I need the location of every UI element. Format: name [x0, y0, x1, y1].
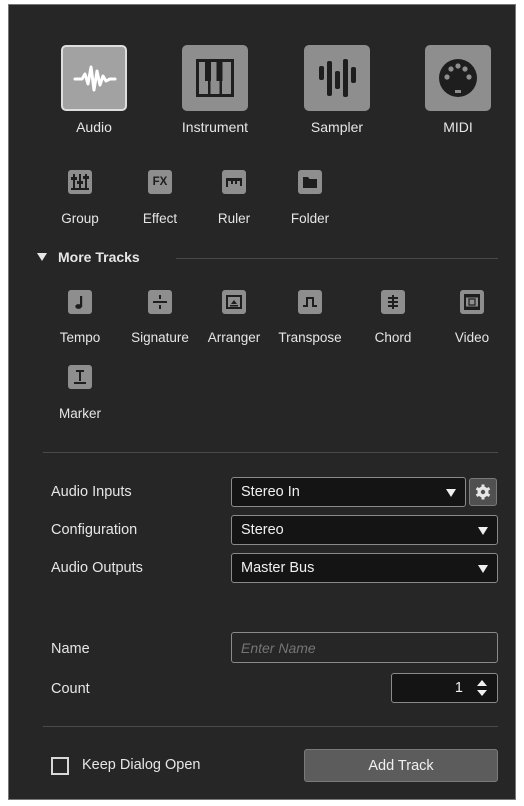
sampler-bars-icon — [319, 59, 356, 97]
arranger-track-button[interactable] — [222, 290, 246, 314]
marker-track-button[interactable] — [68, 365, 92, 389]
signature-divide-icon — [153, 295, 167, 309]
add-track-dialog: Audio Instrument Sampler MIDI Group FX E… — [8, 4, 516, 800]
triangle-down-icon — [37, 253, 47, 261]
audio-inputs-value: Stereo In — [241, 484, 300, 500]
group-track-button[interactable] — [68, 170, 92, 194]
routing-settings-button[interactable] — [469, 478, 497, 506]
chevron-down-icon — [446, 489, 456, 497]
audio-inputs-label: Audio Inputs — [51, 484, 132, 500]
audio-inputs-select[interactable]: Stereo In — [231, 477, 466, 507]
name-label: Name — [51, 641, 90, 657]
add-track-button-label: Add Track — [368, 758, 434, 774]
audio-track-button[interactable] — [61, 45, 127, 111]
fx-icon: FX — [152, 176, 168, 188]
video-track-button[interactable] — [460, 290, 484, 314]
more-tracks-header: More Tracks — [58, 249, 140, 265]
transpose-icon — [303, 297, 317, 307]
sampler-track-label: Sampler — [310, 119, 364, 135]
name-input[interactable] — [231, 632, 498, 663]
audio-outputs-select[interactable]: Master Bus — [231, 553, 498, 583]
audio-track-label: Audio — [76, 119, 112, 135]
chord-track-button[interactable] — [381, 290, 405, 314]
ruler-track-button[interactable] — [222, 170, 246, 194]
chevron-down-icon — [478, 527, 488, 535]
sampler-track-button[interactable] — [304, 45, 370, 111]
more-tracks-divider — [176, 258, 498, 259]
marker-track-label: Marker — [58, 406, 101, 421]
gear-icon — [475, 484, 491, 500]
count-value: 1 — [454, 680, 463, 696]
configuration-value: Stereo — [241, 522, 284, 538]
arranger-icon — [226, 295, 242, 309]
transpose-track-button[interactable] — [298, 290, 322, 314]
stepper-arrows-icon[interactable] — [476, 679, 488, 697]
midi-track-button[interactable] — [425, 45, 491, 111]
midi-track-label: MIDI — [443, 119, 473, 135]
footer-divider — [43, 726, 498, 727]
tempo-note-icon — [75, 296, 83, 309]
video-film-icon — [464, 294, 480, 310]
folder-icon — [303, 177, 317, 188]
instrument-track-label: Instrument — [181, 119, 249, 135]
count-label: Count — [51, 681, 90, 697]
count-stepper[interactable]: 1 — [391, 673, 498, 703]
add-track-button[interactable]: Add Track — [304, 749, 498, 782]
keep-dialog-open-checkbox[interactable] — [51, 757, 69, 775]
configuration-select[interactable]: Stereo — [231, 515, 498, 545]
ruler-icon — [226, 178, 242, 187]
midi-connector-icon — [439, 59, 477, 97]
keep-dialog-open-label: Keep Dialog Open — [82, 757, 201, 773]
tempo-track-button[interactable] — [68, 290, 92, 314]
piano-keys-icon — [196, 59, 234, 97]
audio-waveform-icon — [73, 65, 117, 92]
folder-track-button[interactable] — [298, 170, 322, 194]
chord-icon — [388, 295, 398, 309]
audio-outputs-value: Master Bus — [241, 560, 315, 576]
chevron-down-icon — [478, 565, 488, 573]
instrument-track-button[interactable] — [182, 45, 248, 111]
audio-outputs-label: Audio Outputs — [51, 560, 143, 576]
section-divider — [43, 452, 498, 453]
marker-icon — [74, 370, 86, 384]
signature-track-button[interactable] — [148, 290, 172, 314]
video-track-label: Video — [454, 330, 490, 345]
configuration-label: Configuration — [51, 522, 138, 538]
effect-track-button[interactable]: FX — [148, 170, 172, 194]
folder-track-label: Folder — [290, 211, 330, 226]
group-faders-icon — [71, 174, 89, 190]
